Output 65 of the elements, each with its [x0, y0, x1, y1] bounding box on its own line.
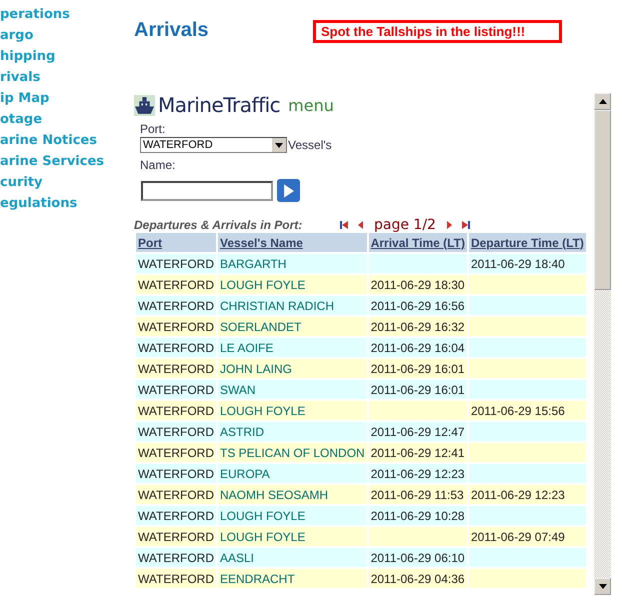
caret-icon — [275, 142, 283, 148]
table-cell: 2011-06-29 07:49 — [470, 530, 565, 544]
table-cell: WATERFORD — [138, 530, 214, 544]
table-title: Departures & Arrivals in Port: — [134, 218, 304, 232]
table-cell: WATERFORD — [138, 572, 214, 586]
page-indicator: page 1/2 — [374, 217, 436, 233]
table-cell: 2011-06-29 18:40 — [470, 256, 565, 270]
sidebar-item[interactable]: perations — [0, 6, 134, 27]
table-cell: WATERFORD — [138, 278, 214, 292]
table-cell: 2011-06-29 12:23 — [370, 466, 465, 480]
table-cell: WATERFORD — [138, 446, 214, 460]
down-arrow-icon — [598, 584, 606, 589]
notice-banner: Spot the Tallships in the listing!!! — [313, 20, 562, 43]
port-dropdown[interactable]: WATERFORD — [140, 137, 287, 153]
ship-icon — [134, 94, 155, 116]
sidebar-item[interactable]: arine Services — [0, 153, 134, 174]
up-arrow-icon — [598, 99, 606, 104]
last-page-icon[interactable] — [460, 220, 471, 230]
vessel-label: Vessel's — [287, 138, 332, 152]
scrollbar[interactable] — [594, 93, 611, 595]
table-cell: 2011-06-29 12:23 — [470, 488, 565, 502]
table-cell: WATERFORD — [138, 256, 214, 270]
table-cell: WATERFORD — [138, 550, 214, 564]
name-label: Name: — [139, 157, 176, 174]
first-page-icon[interactable] — [339, 220, 349, 230]
sidebar-item[interactable]: egulations — [0, 195, 134, 216]
table-cell: 2011-06-29 12:41 — [370, 446, 465, 460]
table-cell: 2011-06-29 16:01 — [370, 382, 465, 396]
page-title: Arrivals — [134, 19, 210, 42]
table-cell: WATERFORD — [138, 466, 214, 480]
table-cell: 2011-06-29 15:56 — [470, 404, 565, 418]
table-cell: WATERFORD — [138, 424, 214, 438]
table-cell: 2011-06-29 11:53 — [370, 488, 464, 502]
table-cell: WATERFORD — [138, 298, 214, 312]
table-cell: WATERFORD — [138, 320, 214, 334]
table-cell: WATERFORD — [138, 488, 214, 502]
table-cell: 2011-06-29 18:30 — [370, 278, 465, 292]
sidebar-item[interactable]: ip Map — [0, 90, 134, 111]
play-icon — [283, 184, 294, 198]
sidebar-item[interactable]: curity — [0, 174, 134, 195]
sidebar-item[interactable]: hipping — [0, 48, 134, 69]
table-cell: WATERFORD — [138, 508, 214, 522]
sidebar-item[interactable]: otage — [0, 111, 134, 132]
table-cell: 2011-06-29 06:10 — [370, 550, 465, 564]
sidebar-item[interactable]: arine Notices — [0, 132, 134, 153]
brand-name: MarineTraffic — [158, 93, 280, 117]
go-button[interactable] — [277, 179, 300, 202]
vessel-name-field[interactable] — [141, 180, 273, 200]
table-cell: WATERFORD — [138, 362, 214, 376]
table-cell: 2011-06-29 16:04 — [370, 340, 465, 354]
sidebar-item[interactable]: rivals — [0, 69, 134, 90]
table-cell: WATERFORD — [138, 404, 214, 418]
table-cell: 2011-06-29 16:56 — [370, 298, 465, 312]
table-cell: WATERFORD — [138, 382, 214, 396]
table-cell: 2011-06-29 04:36 — [370, 572, 465, 586]
sidebar-item[interactable]: argo — [0, 27, 134, 48]
table-cell: 2011-06-29 10:28 — [370, 508, 465, 522]
table-cell: 2011-06-29 16:01 — [370, 362, 465, 376]
vessel-link[interactable]: SWAN — [220, 382, 256, 396]
table-cell: WATERFORD — [138, 340, 214, 354]
menu-link[interactable]: menu — [288, 96, 334, 114]
table-cell: 2011-06-29 12:47 — [370, 424, 465, 438]
port-label: Port: — [139, 122, 166, 137]
table-cell: 2011-06-29 16:32 — [370, 320, 465, 334]
vessel-link[interactable]: AASLI — [220, 550, 254, 564]
